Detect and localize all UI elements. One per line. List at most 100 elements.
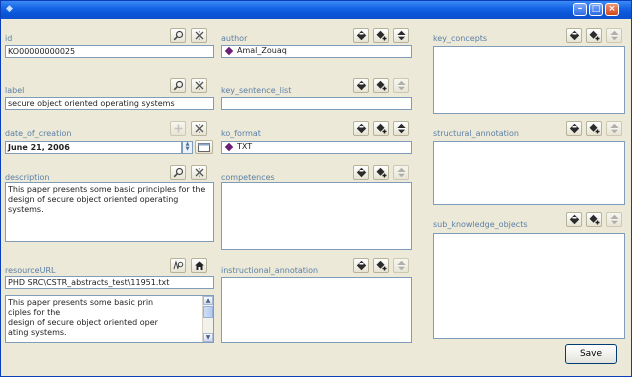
author-list[interactable]: Amal_Zouaq [221, 45, 412, 58]
key-sentence-edit-button[interactable] [353, 78, 369, 93]
preview-line: ating systems. [8, 328, 67, 337]
remove-icon [396, 123, 406, 134]
label-field[interactable]: secure object oriented operating systems [5, 97, 214, 110]
add-icon [376, 30, 386, 41]
list-item[interactable]: Amal_Zouaq [224, 46, 409, 56]
instructional-remove-button[interactable] [393, 258, 409, 273]
key-sentence-list[interactable] [221, 97, 412, 110]
calendar-button[interactable] [195, 140, 213, 154]
edit-icon [356, 80, 366, 91]
resource-search-button[interactable] [170, 258, 186, 273]
remove-icon [609, 30, 619, 41]
search-icon [173, 167, 183, 178]
list-item[interactable]: TXT [224, 142, 409, 152]
key-sentence-remove-button[interactable] [393, 78, 409, 93]
key-concepts-edit-button[interactable] [566, 28, 582, 43]
key-concepts-remove-button[interactable] [606, 28, 622, 43]
resource-home-button[interactable] [191, 258, 207, 273]
resource-url-field[interactable]: PHD SRC\CSTR_abstracts_test\11951.txt [5, 276, 214, 289]
sub-knowledge-objects-list[interactable] [433, 233, 625, 339]
clear-icon [195, 81, 203, 90]
clear-icon [195, 124, 203, 133]
preview-scrollbar[interactable]: ▲ ▼ [202, 296, 213, 342]
resource-search-icon [173, 260, 184, 270]
resource-preview-area[interactable]: This paper presents some basic prin cipl… [5, 295, 214, 343]
author-label: author [221, 34, 248, 43]
clear-icon [195, 31, 203, 40]
spinner-down-icon[interactable]: ▼ [183, 147, 192, 152]
competences-remove-button[interactable] [393, 165, 409, 180]
date-add-button[interactable] [170, 121, 186, 136]
maximize-button[interactable]: □ [589, 3, 603, 16]
sub-knowledge-remove-button[interactable] [606, 212, 622, 227]
instructional-annotation-label: instructional_annotation [221, 266, 319, 275]
preview-line: This paper presents some basic prin [8, 298, 154, 307]
description-clear-button[interactable] [191, 165, 207, 180]
key-concepts-list[interactable] [433, 46, 625, 114]
remove-icon [396, 30, 406, 41]
application-window: ◆ – □ × id KO00000000025 label secure ob… [0, 0, 632, 377]
competences-edit-button[interactable] [353, 165, 369, 180]
preview-line: design of secure object oriented oper [8, 318, 158, 327]
instructional-edit-button[interactable] [353, 258, 369, 273]
add-icon [376, 123, 386, 134]
label-search-button[interactable] [170, 78, 186, 93]
edit-icon [569, 30, 579, 41]
save-button[interactable]: Save [565, 344, 617, 364]
key-concepts-add-button[interactable] [586, 28, 602, 43]
date-clear-button[interactable] [191, 121, 207, 136]
edit-icon [356, 123, 366, 134]
ko-format-add-button[interactable] [373, 121, 389, 136]
form-panel: id KO00000000025 label secure object ori… [5, 21, 627, 372]
instructional-annotation-list[interactable] [221, 277, 412, 343]
sub-knowledge-add-button[interactable] [586, 212, 602, 227]
sub-knowledge-objects-label: sub_knowledge_objects [433, 220, 528, 229]
author-remove-button[interactable] [393, 28, 409, 43]
ko-format-remove-button[interactable] [393, 121, 409, 136]
add-icon [589, 214, 599, 225]
sub-knowledge-edit-button[interactable] [566, 212, 582, 227]
scroll-down-icon[interactable]: ▼ [203, 333, 213, 342]
structural-annotation-label: structural_annotation [433, 129, 519, 138]
add-icon [589, 30, 599, 41]
date-spinner[interactable]: ▲ ▼ [182, 141, 193, 154]
key-concepts-label: key_concepts [433, 34, 488, 43]
home-icon [194, 261, 204, 270]
minimize-button[interactable]: – [573, 3, 587, 16]
scroll-thumb[interactable] [203, 306, 213, 318]
id-field[interactable]: KO00000000025 [5, 45, 214, 58]
structural-edit-button[interactable] [566, 121, 582, 136]
add-icon [376, 167, 386, 178]
app-icon: ◆ [6, 4, 13, 14]
competences-list[interactable] [221, 182, 412, 250]
structural-remove-button[interactable] [606, 121, 622, 136]
key-sentence-list-label: key_sentence_list [221, 86, 292, 95]
remove-icon [609, 123, 619, 134]
ko-format-list[interactable]: TXT [221, 141, 412, 154]
key-sentence-add-button[interactable] [373, 78, 389, 93]
clear-icon [195, 168, 203, 177]
structural-annotation-list[interactable] [433, 141, 625, 205]
description-field[interactable]: This paper presents some basic principle… [5, 182, 214, 242]
description-search-button[interactable] [170, 165, 186, 180]
id-search-button[interactable] [170, 28, 186, 43]
close-button[interactable]: × [605, 3, 619, 16]
instructional-add-button[interactable] [373, 258, 389, 273]
scroll-up-icon[interactable]: ▲ [203, 296, 213, 305]
label-label: label [5, 86, 25, 95]
author-edit-button[interactable] [353, 28, 369, 43]
date-field[interactable]: June 21, 2006 [5, 141, 182, 154]
label-clear-button[interactable] [191, 78, 207, 93]
search-icon [173, 30, 183, 41]
edit-icon [569, 214, 579, 225]
add-icon [376, 80, 386, 91]
competences-add-button[interactable] [373, 165, 389, 180]
date-of-creation-label: date_of_creation [5, 129, 72, 138]
edit-icon [569, 123, 579, 134]
remove-icon [609, 214, 619, 225]
structural-add-button[interactable] [586, 121, 602, 136]
edit-icon [356, 260, 366, 271]
author-add-button[interactable] [373, 28, 389, 43]
ko-format-edit-button[interactable] [353, 121, 369, 136]
id-clear-button[interactable] [191, 28, 207, 43]
